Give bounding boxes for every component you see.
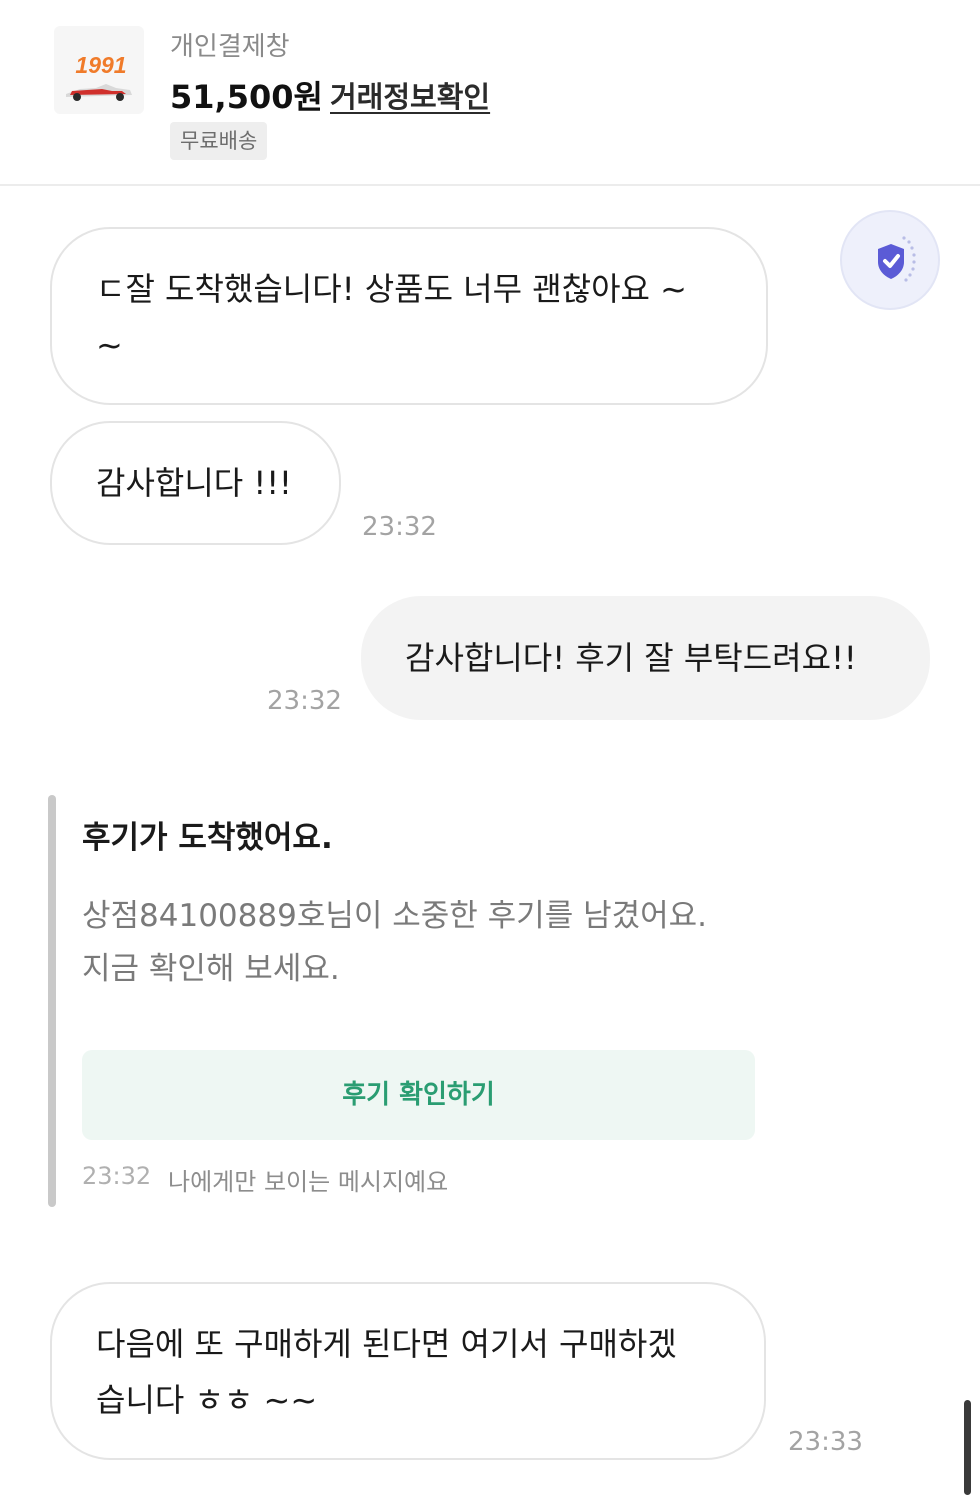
message-text-line: ㄷ잘 도착했습니다! 상품도 너무 괜찮아요 ~ [96,270,687,308]
message-text: 감사합니다! 후기 잘 부탁드려요!! [405,639,857,677]
chat-screen: 1991 개인결제창 51,500원 거래정보확인 무료배송 ㄷ잘 도착했습니다… [0,0,980,1500]
message-timestamp: 23:33 [788,1427,863,1457]
payment-title: 개인결제창 [170,32,290,62]
safe-trade-button[interactable] [840,210,940,310]
product-header: 1991 개인결제창 51,500원 거래정보확인 무료배송 [0,0,980,186]
message-text-line: 습니다 ㅎㅎ ~~ [96,1381,318,1419]
review-notice-timestamp: 23:32 [82,1162,152,1190]
message-timestamp: 23:32 [362,512,437,542]
review-notice-line: 상점84100889호님이 소중한 후기를 남겼어요. [82,898,707,934]
message-text-line: 다음에 또 구매하게 된다면 여기서 구매하겠 [96,1325,677,1363]
shield-check-icon [878,236,916,282]
deal-info-link[interactable]: 거래정보확인 [330,74,490,116]
message-timestamp: 23:32 [267,686,342,716]
thumbnail-year-text: 1991 [75,52,127,78]
message-bubble-incoming[interactable]: 감사합니다 !!! [50,421,341,545]
message-bubble-incoming[interactable]: ㄷ잘 도착했습니다! 상품도 너무 괜찮아요 ~ ~ [50,227,768,405]
price-text: 51,500원 [170,78,323,116]
message-bubble-incoming[interactable]: 다음에 또 구매하게 된다면 여기서 구매하겠 습니다 ㅎㅎ ~~ [50,1282,766,1460]
view-review-button[interactable]: 후기 확인하기 [82,1050,755,1140]
notice-accent-bar [48,795,56,1207]
scrollbar[interactable] [964,1400,971,1495]
free-shipping-badge: 무료배송 [170,122,268,160]
review-notice-body: 상점84100889호님이 소중한 후기를 남겼어요. 지금 확인해 보세요. [82,890,707,996]
message-text-line: ~ [96,326,123,364]
race-car-icon [66,84,132,101]
message-text: 감사합니다 !!! [96,464,292,502]
private-message-note: 나에게만 보이는 메시지예요 [168,1168,449,1196]
message-bubble-outgoing[interactable]: 감사합니다! 후기 잘 부탁드려요!! [361,596,930,720]
review-notice-title: 후기가 도착했어요. [82,820,333,856]
review-notice-line: 지금 확인해 보세요. [82,951,340,987]
product-thumbnail[interactable]: 1991 [54,26,144,114]
